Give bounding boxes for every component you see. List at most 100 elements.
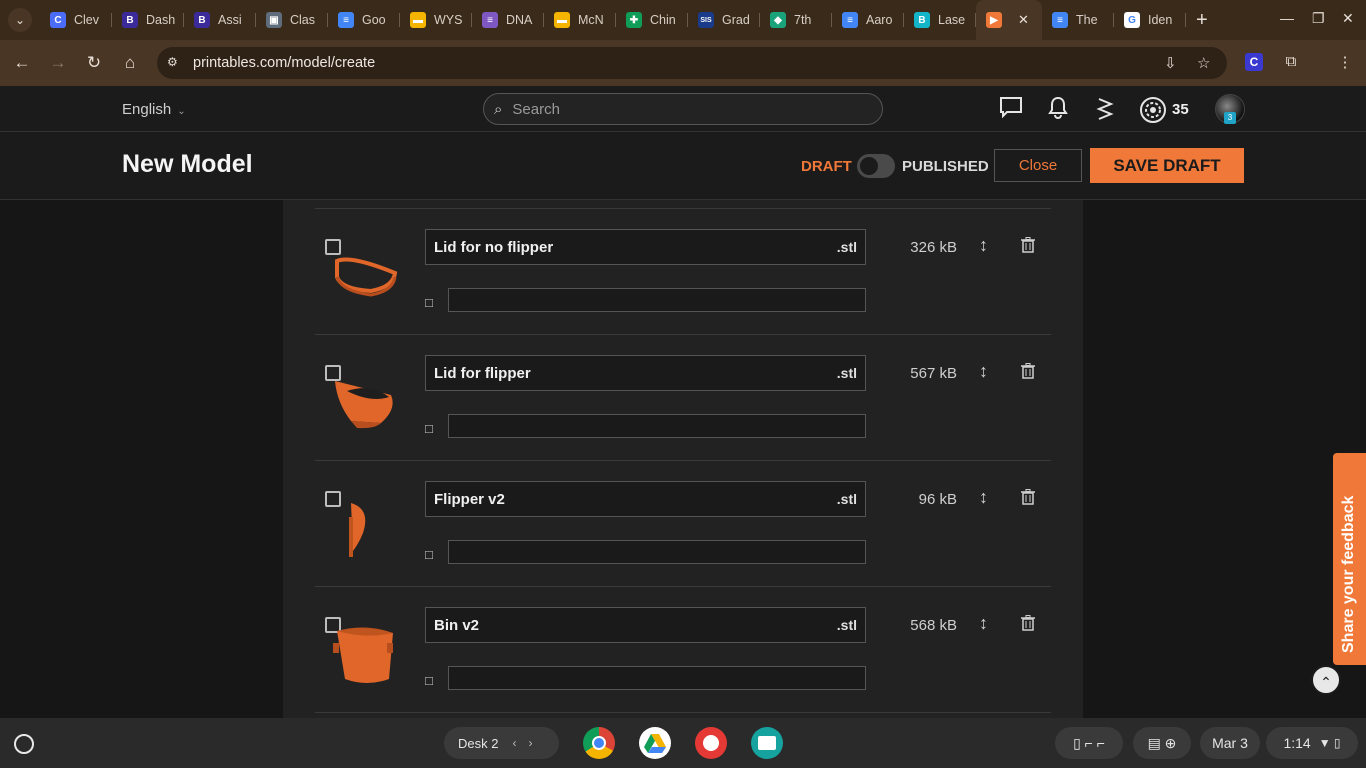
reload-icon[interactable]: ↻: [76, 53, 112, 73]
date-label: Mar 3: [1212, 735, 1248, 751]
install-app-icon[interactable]: ⇩: [1164, 54, 1177, 72]
drive-app-icon[interactable]: [639, 727, 671, 759]
tote-tray[interactable]: ▤ ⊕: [1133, 727, 1191, 759]
search-box[interactable]: ⌕: [483, 93, 883, 125]
tab-favicon-icon: B: [194, 12, 210, 28]
forward-icon[interactable]: →: [40, 53, 76, 73]
points-count[interactable]: 35: [1172, 101, 1189, 118]
tab-label: Iden: [1148, 13, 1173, 27]
tab-label: 7th: [794, 13, 812, 27]
date-tray[interactable]: Mar 3: [1200, 727, 1260, 759]
language-selector[interactable]: English ⌄: [122, 101, 186, 118]
tab-separator: [1185, 13, 1186, 27]
tab-item[interactable]: ≡ DNA: [472, 0, 544, 40]
new-tab-plus-icon[interactable]: +: [1196, 9, 1208, 32]
reorder-arrows-icon[interactable]: ↕: [979, 487, 988, 508]
delete-trash-icon[interactable]: [1021, 237, 1035, 253]
reorder-arrows-icon[interactable]: ↕: [979, 361, 988, 382]
tab-label: Clev: [74, 13, 100, 27]
tab-label: Dash: [146, 13, 176, 27]
status-tray[interactable]: 1:14 ▼ ▯: [1266, 727, 1358, 759]
file-description-input[interactable]: [448, 540, 866, 564]
file-name: Bin v2: [434, 616, 480, 634]
files-panel: Lid for no flipper .stl □ 326 kB ↕ Lid for fl…: [283, 200, 1083, 718]
tab-item[interactable]: ◆ 7th: [760, 0, 832, 40]
tab-favicon-icon: ≡: [842, 12, 858, 28]
bookmark-star-icon[interactable]: ☆: [1197, 54, 1210, 72]
tab-item[interactable]: ≡ Goo: [328, 0, 400, 40]
close-button[interactable]: Close: [994, 149, 1082, 182]
file-name-field[interactable]: Lid for no flipper .stl: [425, 229, 866, 265]
chevron-right-icon[interactable]: ›: [528, 736, 532, 750]
restore-icon[interactable]: ❐: [1312, 10, 1325, 27]
menu-kebab-icon[interactable]: ⋮: [1336, 53, 1354, 71]
launcher-icon[interactable]: [14, 734, 34, 754]
tab-favicon-icon: SIS: [698, 12, 714, 28]
file-description-input[interactable]: [448, 288, 866, 312]
tab-item[interactable]: ≡ The: [1042, 0, 1114, 40]
wifi-battery-icon: ▼ ▯: [1318, 736, 1341, 750]
tab-item[interactable]: G Iden: [1114, 0, 1186, 40]
file-name-field[interactable]: Flipper v2 .stl: [425, 481, 866, 517]
extensions-puzzle-icon[interactable]: ⧉: [1282, 53, 1300, 71]
main-content: Lid for no flipper .stl □ 326 kB ↕ Lid for fl…: [0, 200, 1366, 718]
chrome-app-icon[interactable]: [583, 727, 615, 759]
messages-icon[interactable]: [998, 96, 1024, 122]
publish-toggle[interactable]: [857, 154, 895, 178]
tab-label: The: [1076, 13, 1098, 27]
tab-item[interactable]: ▬ McN: [544, 0, 616, 40]
home-icon[interactable]: ⌂: [112, 53, 148, 73]
tab-list: C Clev B Dash B Assi ▣ Clas ≡ Goo ▬ WYS ≡ DNA ▬ McN ✚ Chi…: [40, 0, 1186, 40]
tab-item[interactable]: SIS Grad: [688, 0, 760, 40]
tab-label: McN: [578, 13, 604, 27]
site-info-icon[interactable]: ⚙: [167, 55, 183, 71]
scroll-to-top-icon[interactable]: ⌃: [1311, 665, 1341, 695]
file-description-input[interactable]: [448, 666, 866, 690]
notifications-bell-icon[interactable]: [1045, 96, 1071, 122]
page-title: New Model: [122, 150, 253, 178]
file-description-input[interactable]: [448, 414, 866, 438]
reorder-arrows-icon[interactable]: ↕: [979, 235, 988, 256]
tab-label: Clas: [290, 13, 316, 27]
toggle-knob: [860, 157, 878, 175]
tab-item[interactable]: ▬ WYS: [400, 0, 472, 40]
url-text[interactable]: printables.com/model/create: [193, 55, 375, 71]
chevron-left-icon[interactable]: ‹: [512, 736, 516, 750]
minimize-icon[interactable]: —: [1280, 10, 1294, 26]
file-extension: .stl: [836, 239, 857, 255]
tab-favicon-icon: ≡: [1052, 12, 1068, 28]
tab-item[interactable]: ≡ Aaro: [832, 0, 904, 40]
tab-item[interactable]: B Assi: [184, 0, 256, 40]
tab-search-chevron-icon[interactable]: ⌄: [8, 8, 32, 32]
close-window-icon[interactable]: ✕: [1342, 10, 1354, 27]
desk-switcher[interactable]: Desk 2 ‹ ›: [444, 727, 559, 759]
feedback-label: Share your feedback: [1340, 495, 1357, 653]
file-name-field[interactable]: Bin v2 .stl: [425, 607, 866, 643]
extension-c-icon[interactable]: C: [1245, 53, 1263, 71]
tab-item[interactable]: C Clev: [40, 0, 112, 40]
file-row: Lid for flipper .stl □ 567 kB ↕: [315, 334, 1051, 460]
search-input[interactable]: [512, 100, 853, 118]
screen-capture-tray[interactable]: ▯ ⌐ ⌐: [1055, 727, 1123, 759]
delete-trash-icon[interactable]: [1021, 363, 1035, 379]
classroom-app-icon[interactable]: [751, 727, 783, 759]
printer-icon[interactable]: [1091, 96, 1117, 122]
tab-item[interactable]: B Lase: [904, 0, 976, 40]
tab-active[interactable]: ▶ ✕: [976, 0, 1042, 40]
file-size: 96 kB: [918, 491, 957, 508]
delete-trash-icon[interactable]: [1021, 489, 1035, 505]
tab-close-icon[interactable]: ✕: [1018, 12, 1029, 28]
tab-item[interactable]: ✚ Chin: [616, 0, 688, 40]
published-label: PUBLISHED: [902, 158, 989, 175]
feedback-tab[interactable]: Share your feedback: [1333, 453, 1366, 665]
file-name-field[interactable]: Lid for flipper .stl: [425, 355, 866, 391]
address-bar[interactable]: ⚙ printables.com/model/create ⇩ ☆: [157, 47, 1227, 79]
delete-trash-icon[interactable]: [1021, 615, 1035, 631]
reorder-arrows-icon[interactable]: ↕: [979, 613, 988, 634]
save-draft-button[interactable]: SAVE DRAFT: [1090, 148, 1244, 183]
canvas-app-icon[interactable]: [695, 727, 727, 759]
prusameters-icon[interactable]: [1138, 96, 1168, 123]
tab-item[interactable]: B Dash: [112, 0, 184, 40]
back-icon[interactable]: ←: [4, 53, 40, 73]
tab-item[interactable]: ▣ Clas: [256, 0, 328, 40]
